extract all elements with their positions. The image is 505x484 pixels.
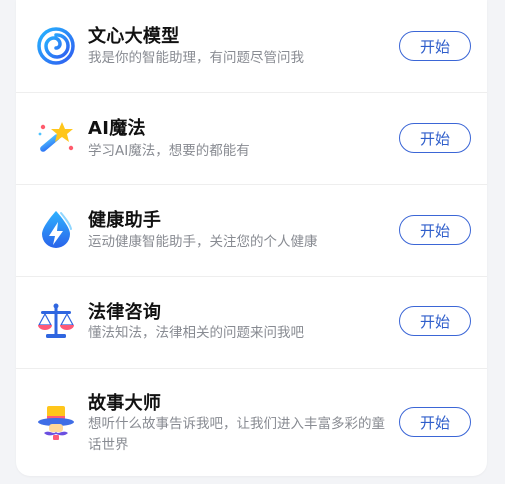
item-title: 文心大模型 <box>88 26 180 47</box>
magic-wand-icon <box>36 118 76 158</box>
item-description: 运动健康智能助手，关注您的个人健康 <box>88 234 318 250</box>
item-title: 健康助手 <box>88 210 162 231</box>
item-description: 我是你的智能助理，有问题尽管问我 <box>88 50 304 66</box>
start-button[interactable]: 开始 <box>399 31 471 61</box>
item-description: 想听什么故事告诉我吧，让我们进入丰富多彩的童话世界 <box>88 416 385 453</box>
assistant-list-card: 文心大模型 我是你的智能助理，有问题尽管问我 开始 AI魔法 学习AI魔法，想要… <box>16 0 487 476</box>
storyteller-hat-icon <box>36 402 76 442</box>
list-item[interactable]: 故事大师 想听什么故事告诉我吧，让我们进入丰富多彩的童话世界 开始 <box>16 369 487 476</box>
list-item[interactable]: AI魔法 学习AI魔法，想要的都能有 开始 <box>16 93 487 185</box>
item-description: 学习AI魔法，想要的都能有 <box>88 143 250 159</box>
start-button[interactable]: 开始 <box>399 123 471 153</box>
start-button[interactable]: 开始 <box>399 215 471 245</box>
start-button[interactable]: 开始 <box>399 407 471 437</box>
health-drop-lightning-icon <box>36 209 76 249</box>
list-item[interactable]: 文心大模型 我是你的智能助理，有问题尽管问我 开始 <box>16 0 487 93</box>
list-item[interactable]: 法律咨询 懂法知法，法律相关的问题来问我吧 开始 <box>16 277 487 369</box>
list-item[interactable]: 健康助手 运动健康智能助手，关注您的个人健康 开始 <box>16 185 487 277</box>
item-title: 法律咨询 <box>88 302 162 323</box>
law-scales-icon <box>36 302 76 342</box>
start-button[interactable]: 开始 <box>399 306 471 336</box>
item-title: 故事大师 <box>88 393 162 414</box>
item-description: 懂法知法，法律相关的问题来问我吧 <box>88 325 304 341</box>
wenxin-spiral-icon <box>36 26 76 66</box>
item-title: AI魔法 <box>88 118 146 139</box>
